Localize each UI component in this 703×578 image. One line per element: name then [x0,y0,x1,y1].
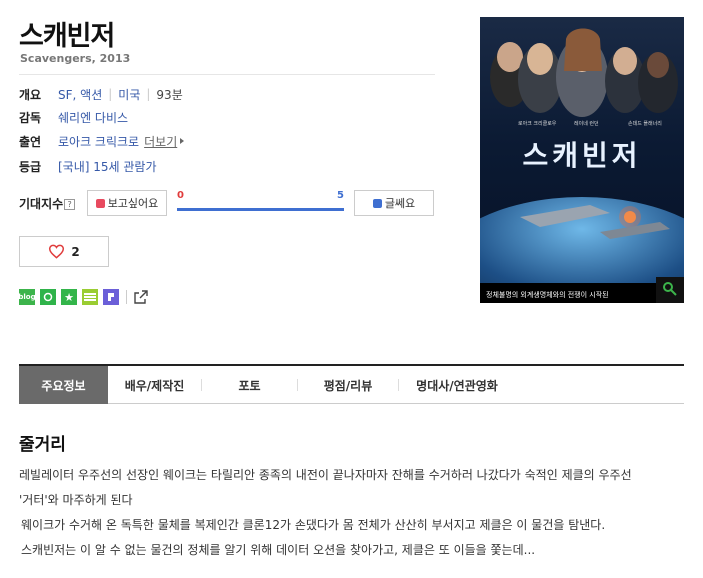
svg-text:손데드 플래너리: 손데드 플래너리 [628,120,662,127]
like-button[interactable]: 2 [19,236,109,267]
not-sure-button[interactable]: 글쎄요 [354,190,434,216]
director-label: 감독 [19,110,42,125]
info-rating: 등급 [국내] 15세 관람가 [19,157,157,175]
thumbs-down-icon [372,198,382,208]
info-director: 감독 쉐리엔 다비스 [19,108,128,126]
band-icon[interactable] [103,289,119,305]
genre-link[interactable]: SF, 액션 [58,86,102,103]
heart-icon [49,244,65,259]
blog-icon[interactable]: blog [18,289,36,305]
cast-link[interactable]: 로아크 크릭크로 [58,133,139,150]
rating-label: 등급 [19,159,42,174]
movie-subtitle: Scavengers, 2013 [20,52,131,65]
country-link[interactable]: 미국 [118,86,140,103]
star-icon[interactable]: ★ [61,289,77,305]
overview-label: 개요 [19,87,42,102]
tab-reviews[interactable]: 평점/리뷰 [298,366,398,404]
expectation-label: 기대지수? [19,195,76,212]
info-cast: 출연 로아크 크릭크로 더보기 [19,132,185,150]
expectation-bar [177,208,344,211]
svg-text:레이네 런던: 레이네 런던 [574,120,599,127]
share-row: blog ★ [18,289,149,305]
synopsis-line: '거터'와 마주하게 된다 [19,493,133,507]
svg-text:정체불명의 외계생명체와의 전쟁이 시작된: 정체불명의 외계생명체와의 전쟁이 시작된 [486,290,609,299]
director-link[interactable]: 쉐리엔 다비스 [58,109,128,126]
share-separator [126,290,127,304]
synopsis-line: 스캐빈저는 이 알 수 없는 물건의 정체를 알기 위해 데이터 오션을 찾아가… [21,543,536,557]
title-divider [19,74,435,75]
tab-main-info[interactable]: 주요정보 [19,366,108,404]
page-title: 스캐빈저 [19,21,115,52]
cast-more-link[interactable]: 더보기 [144,133,177,150]
separator: | [108,87,113,101]
tab-photo[interactable]: 포토 [202,366,297,404]
info-overview: 개요 SF, 액션 | 미국 | 93분 [19,85,183,103]
help-icon[interactable]: ? [64,199,76,210]
tab-quotes-related[interactable]: 명대사/연관영화 [399,366,515,404]
expectation-max: 5 [337,190,344,201]
synopsis-text: 레빌레이터 우주선의 선장인 웨이크는 타릴리안 종족의 내전이 끝나자마자 잔… [19,463,689,563]
movie-poster[interactable]: 로아크 크리클로우 레이네 런던 손데드 플래너리 스캐빈저 정체불명의 외계생… [480,17,684,303]
svg-text:스캐빈저: 스캐빈저 [522,139,641,172]
runtime: 93분 [156,87,183,102]
synopsis-heading: 줄거리 [19,435,66,455]
cafe-icon[interactable] [40,289,56,305]
like-count: 2 [71,244,80,259]
tab-cast-crew[interactable]: 배우/제작진 [108,366,201,404]
rating-link[interactable]: [국내] 15세 관람가 [58,158,157,175]
cast-label: 출연 [19,134,42,149]
share-export-icon[interactable] [133,289,149,305]
synopsis-line: 레빌레이터 우주선의 선장인 웨이크는 타릴리안 종족의 내전이 끝나자마자 잔… [19,468,632,482]
thumbs-up-icon [95,198,105,208]
memo-icon[interactable] [82,289,98,305]
chevron-right-icon [180,138,185,144]
separator: | [146,87,151,101]
poster-image: 로아크 크리클로우 레이네 런던 손데드 플래너리 스캐빈저 정체불명의 외계생… [480,17,684,303]
svg-text:로아크 크리클로우: 로아크 크리클로우 [518,120,557,127]
expectation-min: 0 [177,190,184,201]
tab-bar: 주요정보 배우/제작진 포토 평점/리뷰 명대사/연관영화 [19,364,684,404]
want-to-see-button[interactable]: 보고싶어요 [87,190,167,216]
synopsis-line: 웨이크가 수거해 온 독특한 물체를 복제인간 클론12가 손댔다가 몸 전체가… [21,518,606,532]
